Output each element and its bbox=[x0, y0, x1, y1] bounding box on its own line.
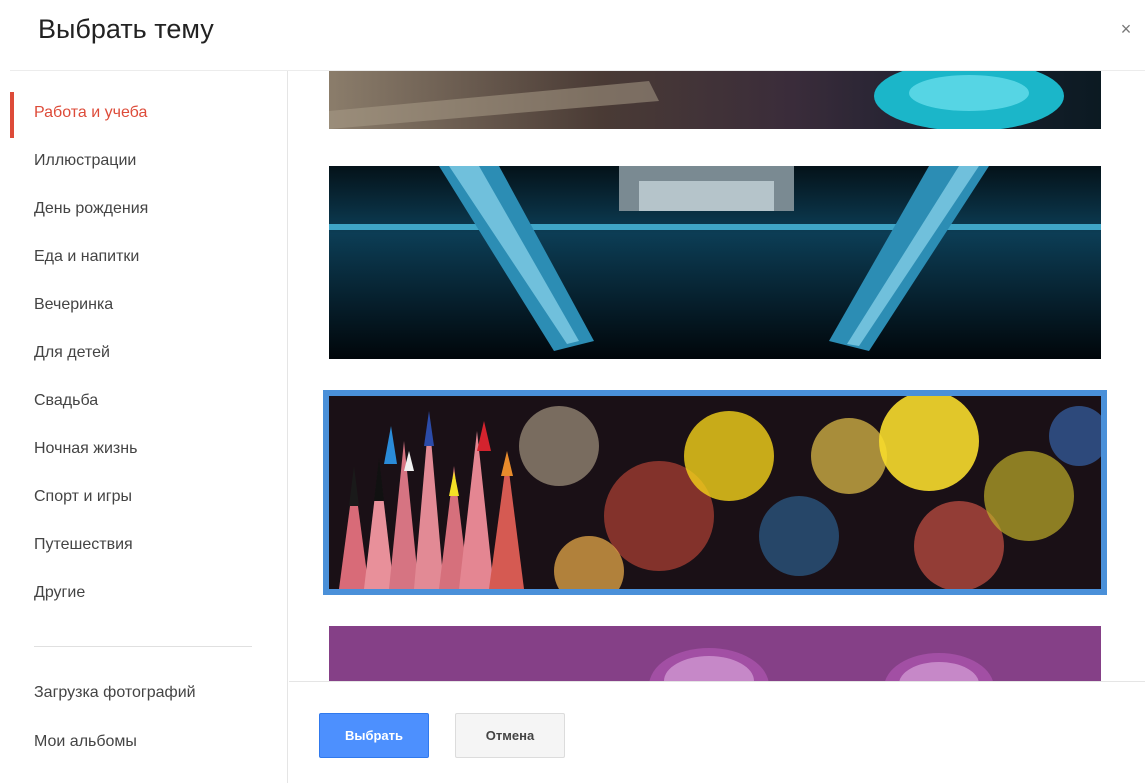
sidebar-item-sports-games[interactable]: Спорт и игры bbox=[34, 488, 132, 506]
sidebar-item-work-study[interactable]: Работа и учеба bbox=[34, 104, 147, 122]
select-button[interactable]: Выбрать bbox=[319, 713, 429, 758]
sidebar-item-party[interactable]: Вечеринка bbox=[34, 296, 113, 314]
sidebar-item-kids[interactable]: Для детей bbox=[34, 344, 110, 362]
tools-banner-image bbox=[329, 71, 1101, 129]
sidebar-item-upload-photos[interactable]: Загрузка фотографий bbox=[34, 684, 196, 702]
sidebar-item-wedding[interactable]: Свадьба bbox=[34, 392, 98, 410]
theme-tools-banner[interactable] bbox=[329, 71, 1101, 129]
theme-microscope-banner[interactable] bbox=[329, 166, 1101, 359]
sidebar-item-other[interactable]: Другие bbox=[34, 584, 85, 602]
close-icon[interactable]: × bbox=[1115, 18, 1137, 40]
theme-purple-drops-banner[interactable] bbox=[329, 626, 1101, 681]
theme-pencils-bokeh-banner[interactable] bbox=[323, 390, 1107, 595]
sidebar-divider bbox=[34, 646, 252, 647]
active-category-indicator bbox=[10, 92, 14, 138]
footer-divider bbox=[289, 681, 1145, 682]
sidebar-item-food-drinks[interactable]: Еда и напитки bbox=[34, 248, 139, 266]
microscope-banner-image bbox=[329, 166, 1101, 359]
pencils-bokeh-banner-image bbox=[329, 396, 1101, 589]
dialog-title: Выбрать тему bbox=[38, 14, 214, 44]
sidebar-item-my-albums[interactable]: Мои альбомы bbox=[34, 733, 137, 751]
purple-drops-banner-image bbox=[329, 626, 1101, 681]
theme-picker-dialog: Выбрать тему × Работа и учеба Иллюстраци… bbox=[0, 0, 1145, 783]
category-sidebar: Работа и учеба Иллюстрации День рождения… bbox=[0, 71, 288, 783]
sidebar-item-birthday[interactable]: День рождения bbox=[34, 200, 148, 218]
cancel-button[interactable]: Отмена bbox=[455, 713, 565, 758]
sidebar-item-illustrations[interactable]: Иллюстрации bbox=[34, 152, 136, 170]
sidebar-item-nightlife[interactable]: Ночная жизнь bbox=[34, 440, 137, 458]
theme-gallery bbox=[289, 71, 1145, 681]
sidebar-item-travel[interactable]: Путешествия bbox=[34, 536, 133, 554]
